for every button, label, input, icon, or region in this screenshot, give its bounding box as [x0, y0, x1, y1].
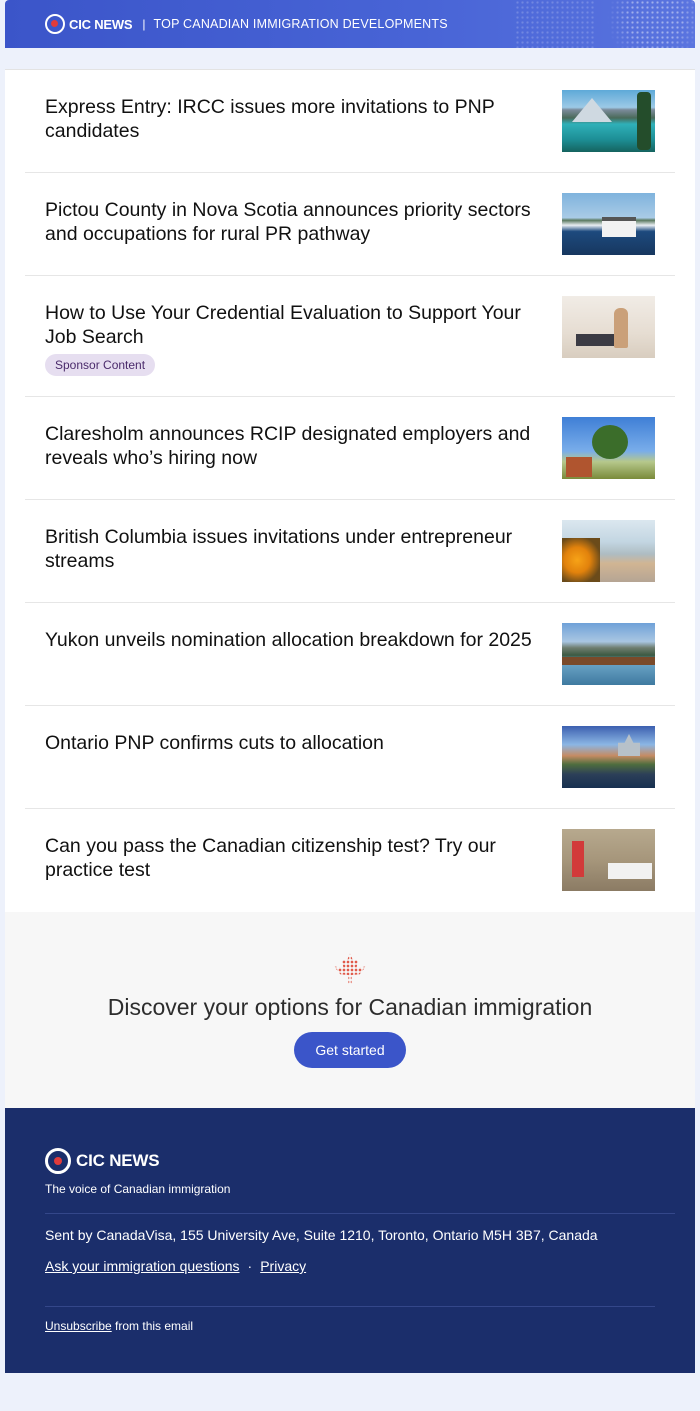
article-title[interactable]: Can you pass the Canadian citizenship te…	[45, 834, 540, 882]
footer-divider	[45, 1306, 655, 1307]
unsubscribe-suffix: from this email	[111, 1319, 194, 1333]
article-thumbnail[interactable]	[562, 296, 655, 358]
header-brand[interactable]: CIC NEWS	[69, 17, 133, 32]
footer-brand: CIC NEWS	[76, 1151, 160, 1170]
footer-logo[interactable]: CIC NEWS	[45, 1148, 655, 1174]
privacy-link[interactable]: Privacy	[260, 1258, 306, 1274]
email-container: CIC NEWS | TOP CANADIAN IMMIGRATION DEVE…	[5, 0, 695, 1373]
header-separator: |	[142, 17, 146, 31]
article-thumbnail[interactable]	[562, 417, 655, 479]
article-item[interactable]: Claresholm announces RCIP designated emp…	[25, 397, 675, 500]
cic-logo-icon[interactable]	[45, 14, 65, 34]
article-item[interactable]: British Columbia issues invitations unde…	[25, 500, 675, 603]
article-title[interactable]: Ontario PNP confirms cuts to allocation	[45, 731, 540, 755]
article-list: Express Entry: IRCC issues more invitati…	[5, 69, 695, 912]
footer-links: Ask your immigration questions · Privacy	[45, 1258, 655, 1274]
article-title[interactable]: Pictou County in Nova Scotia announces p…	[45, 198, 540, 246]
article-item[interactable]: Can you pass the Canadian citizenship te…	[25, 809, 675, 912]
article-thumbnail[interactable]	[562, 726, 655, 788]
header-banner: CIC NEWS | TOP CANADIAN IMMIGRATION DEVE…	[5, 0, 695, 48]
article-title[interactable]: British Columbia issues invitations unde…	[45, 525, 540, 573]
article-thumbnail[interactable]	[562, 623, 655, 685]
unsubscribe-line: Unsubscribe from this email	[45, 1319, 655, 1333]
footer-divider	[45, 1213, 675, 1214]
article-title[interactable]: Claresholm announces RCIP designated emp…	[45, 422, 540, 470]
header-tagline: TOP CANADIAN IMMIGRATION DEVELOPMENTS	[153, 17, 448, 31]
link-separator: ·	[247, 1258, 253, 1274]
sponsor-badge: Sponsor Content	[45, 354, 156, 376]
map-dots-decoration	[515, 0, 595, 48]
article-item[interactable]: How to Use Your Credential Evaluation to…	[25, 276, 675, 397]
discover-title: Discover your options for Canadian immig…	[107, 994, 593, 1020]
ask-questions-link[interactable]: Ask your immigration questions	[45, 1258, 240, 1274]
article-item[interactable]: Yukon unveils nomination allocation brea…	[25, 603, 675, 706]
cic-logo-icon	[45, 1148, 71, 1174]
article-title[interactable]: How to Use Your Credential Evaluation to…	[45, 301, 540, 349]
article-item[interactable]: Express Entry: IRCC issues more invitati…	[25, 70, 675, 173]
article-thumbnail[interactable]	[562, 90, 655, 152]
footer-tagline: The voice of Canadian immigration	[45, 1182, 231, 1196]
article-item[interactable]: Ontario PNP confirms cuts to allocation	[25, 706, 675, 809]
footer: CIC NEWS The voice of Canadian immigrati…	[5, 1108, 695, 1373]
map-dots-decoration	[595, 0, 695, 48]
article-title[interactable]: Yukon unveils nomination allocation brea…	[45, 628, 540, 652]
article-thumbnail[interactable]	[562, 520, 655, 582]
article-thumbnail[interactable]	[562, 829, 655, 891]
sender-address: Sent by CanadaVisa, 155 University Ave, …	[45, 1227, 598, 1243]
article-item[interactable]: Pictou County in Nova Scotia announces p…	[25, 173, 675, 276]
article-thumbnail[interactable]	[562, 193, 655, 255]
article-title[interactable]: Express Entry: IRCC issues more invitati…	[45, 95, 540, 143]
discover-section: Discover your options for Canadian immig…	[5, 912, 695, 1108]
unsubscribe-link[interactable]: Unsubscribe	[45, 1319, 112, 1333]
get-started-button[interactable]: Get started	[294, 1032, 406, 1068]
maple-leaf-icon	[334, 952, 366, 984]
